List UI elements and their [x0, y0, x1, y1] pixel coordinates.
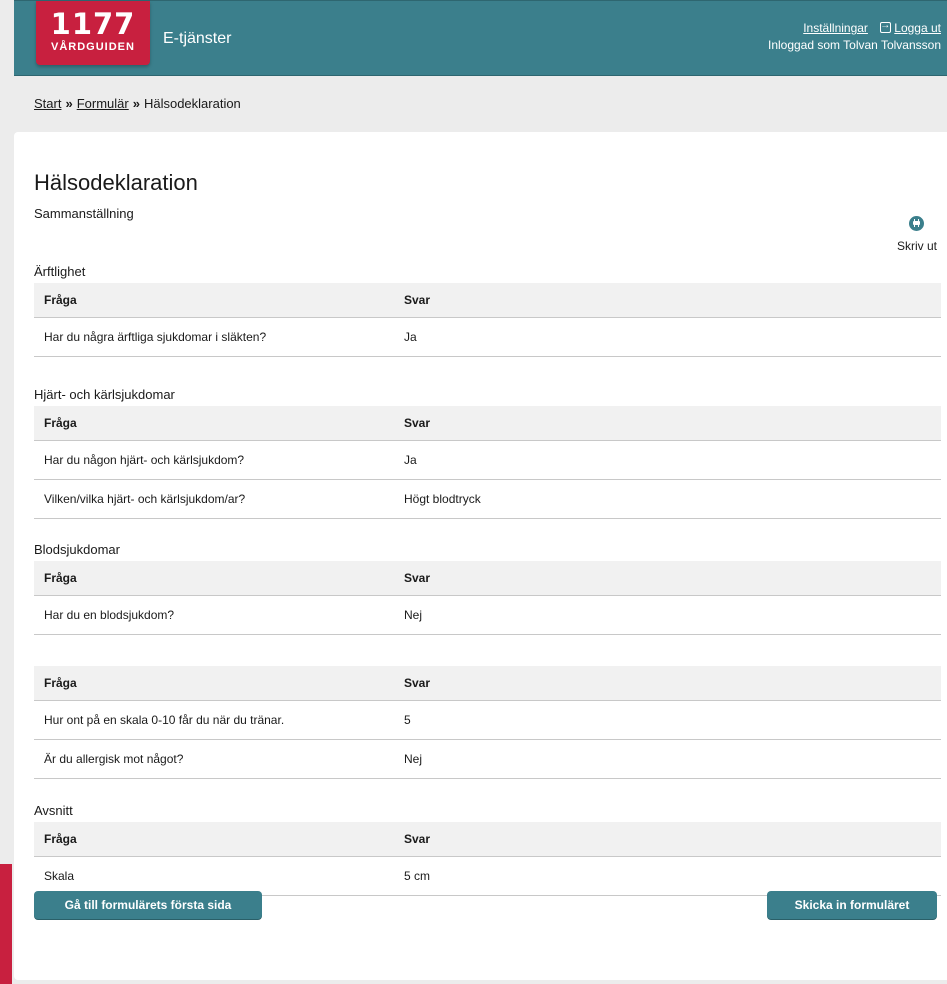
answers-table-blodsjukdomar: Fråga Svar Har du en blodsjukdom? Nej — [34, 561, 941, 635]
page-subtitle: Sammanställning — [34, 206, 134, 221]
breadcrumb: Start» Formulär» Hälsodeklaration — [34, 96, 241, 111]
logout-icon[interactable] — [880, 17, 892, 34]
answer-text: Högt blodtryck — [404, 492, 481, 506]
table-row: Är du allergisk mot något? Nej — [34, 740, 941, 779]
col-answer-header: Svar — [404, 676, 431, 690]
print-icon — [909, 216, 925, 231]
user-area: Inställningar Logga ut Inloggad som Tolv… — [767, 17, 941, 54]
col-answer-header: Svar — [404, 571, 431, 585]
col-question-header: Fråga — [44, 293, 77, 307]
answer-text: 5 — [404, 713, 411, 727]
table-header: Fråga Svar — [34, 666, 941, 701]
answer-text: Nej — [404, 608, 423, 622]
answers-table-avsnitt: Fråga Svar Skala 5 cm — [34, 822, 941, 896]
left-edge-stripe — [0, 864, 12, 984]
question-text: Hur ont på en skala 0-10 får du när du t… — [44, 713, 285, 727]
breadcrumb-start[interactable]: Start — [34, 96, 61, 111]
go-to-first-page-button[interactable]: Gå till formulärets första sida — [34, 891, 262, 919]
section-heading-arftlighet: Ärftlighet — [34, 264, 86, 279]
answers-table-hjart-karl: Fråga Svar Har du någon hjärt- och kärls… — [34, 406, 941, 519]
question-text: Vilken/vilka hjärt- och kärlsjukdom/ar? — [44, 492, 246, 506]
col-answer-header: Svar — [404, 293, 431, 307]
settings-link[interactable]: Inställningar — [803, 21, 868, 35]
section-heading-hjart-karl: Hjärt- och kärlsjukdomar — [34, 387, 175, 402]
breadcrumb-separator: » — [132, 96, 140, 111]
question-text: Har du en blodsjukdom? — [44, 608, 175, 622]
table-header: Fråga Svar — [34, 406, 941, 441]
print-button[interactable]: Skriv ut — [897, 216, 937, 253]
section-heading-avsnitt: Avsnitt — [34, 803, 73, 818]
breadcrumb-separator: » — [65, 96, 73, 111]
table-row: Har du en blodsjukdom? Nej — [34, 596, 941, 635]
table-row: Hur ont på en skala 0-10 får du när du t… — [34, 701, 941, 740]
print-label: Skriv ut — [896, 239, 937, 253]
breadcrumb-formular[interactable]: Formulär — [77, 96, 129, 111]
logo-1177-vardguiden[interactable]: 1177 VÅRDGUIDEN — [36, 1, 150, 65]
question-text: Har du några ärftliga sjukdomar i släkte… — [44, 330, 267, 344]
section-heading-blodsjukdomar: Blodsjukdomar — [34, 542, 120, 557]
app-title: E-tjänster — [163, 30, 232, 47]
answer-text: Nej — [404, 752, 423, 766]
table-header: Fråga Svar — [34, 283, 941, 318]
answers-table-unnamed: Fråga Svar Hur ont på en skala 0-10 får … — [34, 666, 941, 779]
col-question-header: Fråga — [44, 676, 77, 690]
logged-in-as-text: Inloggad som Tolvan Tolvansson — [767, 38, 941, 52]
col-question-header: Fråga — [44, 571, 77, 585]
col-answer-header: Svar — [404, 832, 431, 846]
breadcrumb-current: Hälsodeklaration — [143, 96, 241, 111]
logout-link[interactable]: Logga ut — [894, 21, 941, 35]
col-question-header: Fråga — [44, 416, 77, 430]
logo-text: VÅRDGUIDEN — [51, 41, 135, 53]
answer-text: Ja — [404, 330, 417, 344]
answers-table-arftlighet: Fråga Svar Har du några ärftliga sjukdom… — [34, 283, 941, 357]
table-row: Vilken/vilka hjärt- och kärlsjukdom/ar? … — [34, 480, 941, 519]
question-text: Har du någon hjärt- och kärlsjukdom? — [44, 453, 245, 467]
col-question-header: Fråga — [44, 832, 77, 846]
table-header: Fråga Svar — [34, 561, 941, 596]
table-row: Har du någon hjärt- och kärlsjukdom? Ja — [34, 441, 941, 480]
table-header: Fråga Svar — [34, 822, 941, 857]
answer-text: Ja — [404, 453, 417, 467]
question-text: Är du allergisk mot något? — [44, 752, 184, 766]
logo-number: 1177 — [50, 7, 136, 41]
content-panel: Hälsodeklaration Sammanställning Skriv u… — [14, 132, 947, 980]
col-answer-header: Svar — [404, 416, 431, 430]
table-row: Har du några ärftliga sjukdomar i släkte… — [34, 318, 941, 357]
submit-form-button[interactable]: Skicka in formuläret — [767, 891, 937, 919]
top-header: 1177 VÅRDGUIDEN E-tjänster Inställningar… — [14, 0, 947, 75]
answer-text: 5 cm — [404, 869, 431, 883]
page-title: Hälsodeklaration — [34, 170, 198, 195]
question-text: Skala — [44, 869, 75, 883]
